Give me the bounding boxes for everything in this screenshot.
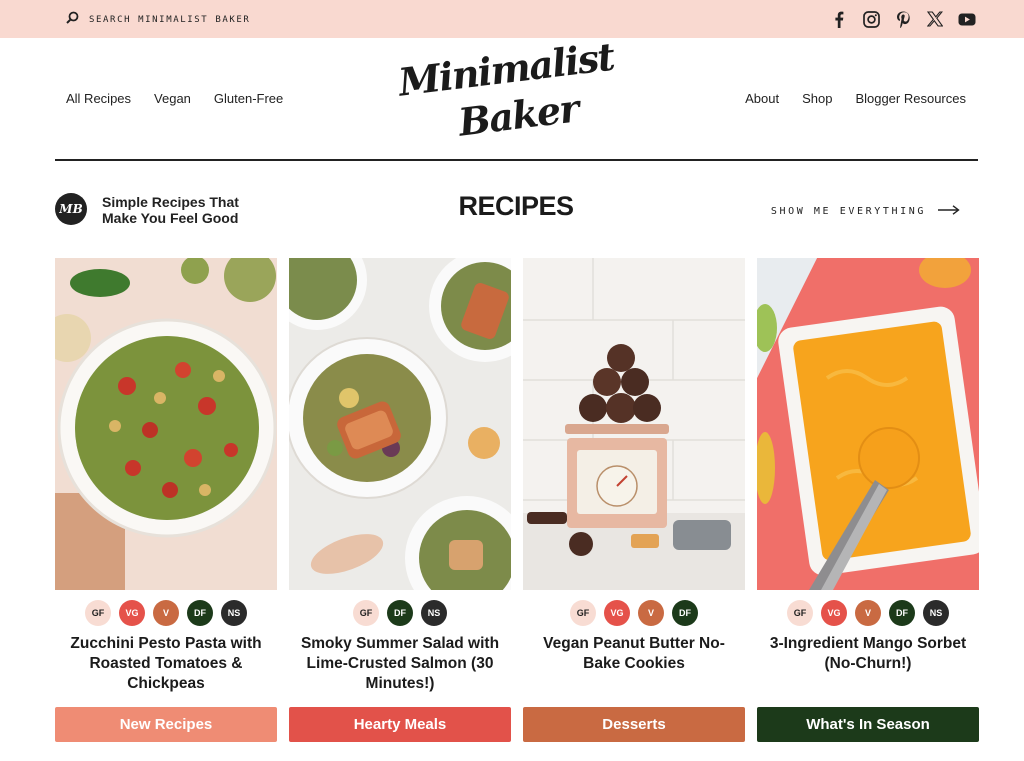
diet-tags: GF VG V DF NS bbox=[757, 600, 979, 626]
tag-vegetarian: V bbox=[153, 600, 179, 626]
whats-in-season-button[interactable]: What's In Season bbox=[757, 707, 979, 742]
desserts-button[interactable]: Desserts bbox=[523, 707, 745, 742]
diet-tags: GF DF NS bbox=[289, 600, 511, 626]
social-links bbox=[830, 10, 976, 28]
pinterest-icon[interactable] bbox=[894, 10, 912, 28]
recipe-image-cookies[interactable] bbox=[523, 258, 745, 590]
tag-vegan: VG bbox=[604, 600, 630, 626]
recipe-title[interactable]: Vegan Peanut Butter No-Bake Cookies bbox=[523, 634, 745, 674]
recipe-title[interactable]: Zucchini Pesto Pasta with Roasted Tomato… bbox=[55, 634, 277, 694]
recipe-image-pasta[interactable] bbox=[55, 258, 277, 590]
tag-gluten-free: GF bbox=[570, 600, 596, 626]
site-logo[interactable]: Minimalist Baker bbox=[394, 34, 636, 146]
nav-about[interactable]: About bbox=[745, 91, 779, 106]
tag-dairy-free: DF bbox=[889, 600, 915, 626]
instagram-icon[interactable] bbox=[862, 10, 880, 28]
recipe-image-salmon-salad[interactable] bbox=[289, 258, 511, 590]
show-all-label: SHOW ME EVERYTHING bbox=[770, 205, 926, 217]
nav-vegan[interactable]: Vegan bbox=[154, 91, 191, 106]
search-label: SEARCH MINIMALIST BAKER bbox=[89, 15, 251, 25]
facebook-icon[interactable] bbox=[830, 10, 848, 28]
top-bar: SEARCH MINIMALIST BAKER bbox=[0, 0, 1024, 38]
arrow-right-icon bbox=[938, 202, 960, 220]
hearty-meals-button[interactable]: Hearty Meals bbox=[289, 707, 511, 742]
tag-dairy-free: DF bbox=[187, 600, 213, 626]
tag-gluten-free: GF bbox=[787, 600, 813, 626]
new-recipes-button[interactable]: New Recipes bbox=[55, 707, 277, 742]
nav-gluten-free[interactable]: Gluten-Free bbox=[214, 91, 283, 106]
recipe-title[interactable]: 3-Ingredient Mango Sorbet (No-Churn!) bbox=[757, 634, 979, 674]
tag-vegetarian: V bbox=[855, 600, 881, 626]
nav-blogger-resources[interactable]: Blogger Resources bbox=[855, 91, 966, 106]
tag-nut-free: NS bbox=[923, 600, 949, 626]
youtube-icon[interactable] bbox=[958, 10, 976, 28]
recipe-card: GF VG V DF Vegan Peanut Butter No-Bake C… bbox=[523, 258, 745, 674]
search-icon bbox=[66, 11, 79, 29]
x-icon[interactable] bbox=[926, 10, 944, 28]
nav-all-recipes[interactable]: All Recipes bbox=[66, 91, 131, 106]
tag-vegan: VG bbox=[821, 600, 847, 626]
secondary-nav: About Shop Blogger Resources bbox=[745, 91, 966, 106]
tag-gluten-free: GF bbox=[85, 600, 111, 626]
diet-tags: GF VG V DF NS bbox=[55, 600, 277, 626]
tag-gluten-free: GF bbox=[353, 600, 379, 626]
diet-tags: GF VG V DF bbox=[523, 600, 745, 626]
tag-dairy-free: DF bbox=[387, 600, 413, 626]
recipe-image-mango-sorbet[interactable] bbox=[757, 258, 979, 590]
tag-nut-free: NS bbox=[421, 600, 447, 626]
tag-dairy-free: DF bbox=[672, 600, 698, 626]
recipe-card: GF VG V DF NS Zucchini Pesto Pasta with … bbox=[55, 258, 277, 694]
tag-nut-free: NS bbox=[221, 600, 247, 626]
recipe-card: GF VG V DF NS 3-Ingredient Mango Sorbet … bbox=[757, 258, 979, 674]
tag-vegan: VG bbox=[119, 600, 145, 626]
nav-shop[interactable]: Shop bbox=[802, 91, 832, 106]
recipe-title[interactable]: Smoky Summer Salad with Lime-Crusted Sal… bbox=[289, 634, 511, 694]
search-trigger[interactable]: SEARCH MINIMALIST BAKER bbox=[66, 11, 250, 29]
primary-nav: All Recipes Vegan Gluten-Free bbox=[66, 91, 283, 106]
recipe-card: GF DF NS Smoky Summer Salad with Lime-Cr… bbox=[289, 258, 511, 694]
show-me-everything-link[interactable]: SHOW ME EVERYTHING bbox=[771, 202, 960, 220]
tag-vegetarian: V bbox=[638, 600, 664, 626]
header-divider bbox=[55, 159, 978, 161]
